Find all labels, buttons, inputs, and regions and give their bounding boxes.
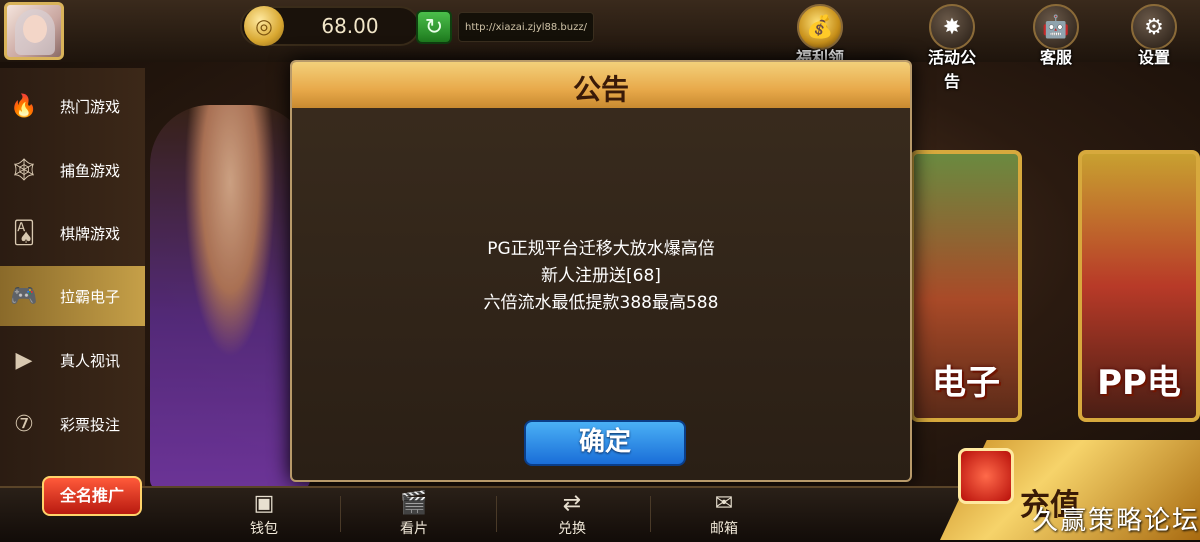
sidebar-item-hot-games[interactable]: 🔥 热门游戏 — [0, 76, 145, 136]
video-button[interactable]: 🎬 看片 — [364, 490, 464, 540]
dialog-title: 公告 — [572, 73, 629, 106]
refresh-icon: ↻ — [424, 14, 444, 40]
announcement-dialog: 公告 PG正规平台迁移大放水爆高倍 新人注册送[68] 六倍流水最低提款388最… — [290, 60, 912, 482]
divider — [340, 496, 341, 532]
lottery-icon: ⑦ — [14, 411, 34, 437]
game-card-pg-electronic[interactable]: 电子 — [910, 150, 1022, 422]
exchange-button[interactable]: ⇄ 兑换 — [522, 490, 622, 540]
sidebar-item-lottery[interactable]: ⑦ 彩票投注 — [0, 394, 145, 454]
coin-icon: ◎ — [244, 6, 284, 46]
notice-line: 六倍流水最低提款388最高588 — [483, 293, 719, 313]
top-bar — [0, 0, 1200, 62]
forum-watermark: 久赢策略论坛 — [1031, 506, 1200, 536]
sidebar-item-slots[interactable]: 🎮 拉霸电子 — [0, 266, 145, 326]
gem-box-icon — [958, 448, 1014, 504]
announcement-button[interactable]: ✸ 活动公告 — [922, 4, 982, 91]
mailbox-button[interactable]: ✉ 邮箱 — [674, 490, 774, 540]
wallet-button[interactable]: ▣ 钱包 — [214, 490, 314, 540]
divider — [496, 496, 497, 532]
gamepad-icon: 🎮 — [10, 283, 38, 309]
sidebar-item-card-games[interactable]: 🂡 棋牌游戏 — [0, 203, 145, 263]
flame-icon: 🔥 — [10, 93, 38, 119]
wallet-icon: ▣ — [253, 491, 275, 516]
site-url: http://xiazai.zjyl88.buzz/ — [458, 12, 594, 42]
divider — [650, 496, 651, 532]
promotion-button[interactable]: 全名推广 — [42, 476, 142, 516]
settings-button[interactable]: ⚙ 设置 — [1124, 4, 1184, 67]
balance-value: 68.00 — [321, 14, 379, 38]
confirm-button[interactable]: 确定 — [524, 420, 686, 466]
mailbox-icon: ✉ — [714, 491, 734, 516]
welfare-button[interactable]: 💰 福利领取 — [790, 4, 850, 91]
net-icon: 🕸 — [10, 157, 38, 183]
notice-line: PG正规平台迁移大放水爆高倍 — [487, 239, 715, 259]
sidebar-item-fishing[interactable]: 🕸 捕鱼游戏 — [0, 140, 145, 200]
hostess-illustration — [150, 105, 310, 490]
cards-icon: 🂡 — [12, 220, 36, 246]
notice-text: PG正规平台迁移大放水爆高倍 新人注册送[68] 六倍流水最低提款388最高58… — [292, 236, 910, 317]
refresh-button[interactable]: ↻ — [416, 10, 452, 44]
exchange-icon: ⇄ — [562, 491, 582, 516]
avatar[interactable] — [4, 2, 64, 60]
clapperboard-icon: 🎬 — [400, 491, 428, 516]
notice-line: 新人注册送[68] — [541, 266, 661, 286]
customer-service-button[interactable]: 🤖 客服 — [1026, 4, 1086, 67]
video-icon: ▶ — [15, 347, 33, 373]
game-card-pp-electronic[interactable]: PP电 — [1078, 150, 1200, 422]
sidebar-item-live-video[interactable]: ▶ 真人视讯 — [0, 330, 145, 390]
side-menu: 🔥 热门游戏 🕸 捕鱼游戏 🂡 棋牌游戏 🎮 拉霸电子 ▶ 真人视讯 ⑦ 彩票投… — [0, 68, 145, 488]
